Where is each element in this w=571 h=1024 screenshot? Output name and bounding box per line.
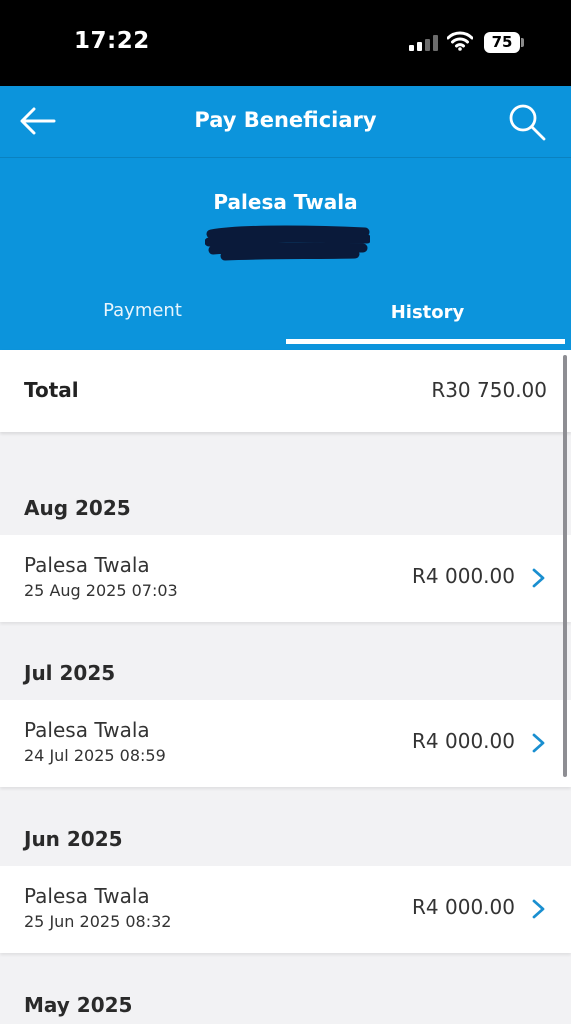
- month-header: Jun 2025: [24, 827, 123, 851]
- top-app-bar: Pay Beneficiary: [0, 86, 571, 158]
- wifi-icon: [447, 31, 473, 51]
- transaction-date: 25 Jun 2025 08:32: [24, 912, 172, 931]
- total-summary: Total R30 750.00: [0, 350, 571, 432]
- transaction-date: 25 Aug 2025 07:03: [24, 581, 178, 600]
- battery-icon: 75: [484, 32, 520, 53]
- chevron-right-icon: [532, 899, 545, 919]
- tab-payment[interactable]: Payment: [0, 300, 285, 321]
- scrollbar[interactable]: [563, 355, 567, 777]
- chevron-right-icon: [532, 733, 545, 753]
- status-bar: 17:22 75: [0, 0, 571, 86]
- transaction-amount: R4 000.00: [412, 895, 515, 919]
- screen-header: Pay Beneficiary Palesa Twala Payment His…: [0, 86, 571, 350]
- status-time: 17:22: [74, 28, 150, 54]
- redacted-account-scribble: [205, 225, 370, 261]
- transaction-date: 24 Jul 2025 08:59: [24, 746, 166, 765]
- active-tab-indicator: [286, 339, 565, 344]
- transaction-amount: R4 000.00: [412, 729, 515, 753]
- battery-nub: [521, 38, 524, 47]
- month-header: Aug 2025: [24, 496, 131, 520]
- month-header: Jul 2025: [24, 661, 116, 685]
- transaction-name: Palesa Twala: [24, 553, 150, 577]
- beneficiary-name: Palesa Twala: [213, 190, 358, 214]
- cellular-signal-icon: [409, 35, 439, 51]
- transaction-amount: R4 000.00: [412, 564, 515, 588]
- transaction-name: Palesa Twala: [24, 884, 150, 908]
- transaction-row[interactable]: Palesa Twala 24 Jul 2025 08:59 R4 000.00: [0, 700, 571, 787]
- search-icon[interactable]: [507, 102, 547, 142]
- transaction-row[interactable]: Palesa Twala 25 Aug 2025 07:03 R4 000.00: [0, 535, 571, 622]
- page-title: Pay Beneficiary: [194, 108, 377, 132]
- chevron-right-icon: [532, 568, 545, 588]
- total-label: Total: [24, 378, 79, 402]
- total-value: R30 750.00: [431, 378, 547, 402]
- transaction-row[interactable]: Palesa Twala 25 Jun 2025 08:32 R4 000.00: [0, 866, 571, 953]
- transaction-name: Palesa Twala: [24, 718, 150, 742]
- tab-history[interactable]: History: [285, 302, 570, 323]
- month-header: May 2025: [24, 993, 133, 1017]
